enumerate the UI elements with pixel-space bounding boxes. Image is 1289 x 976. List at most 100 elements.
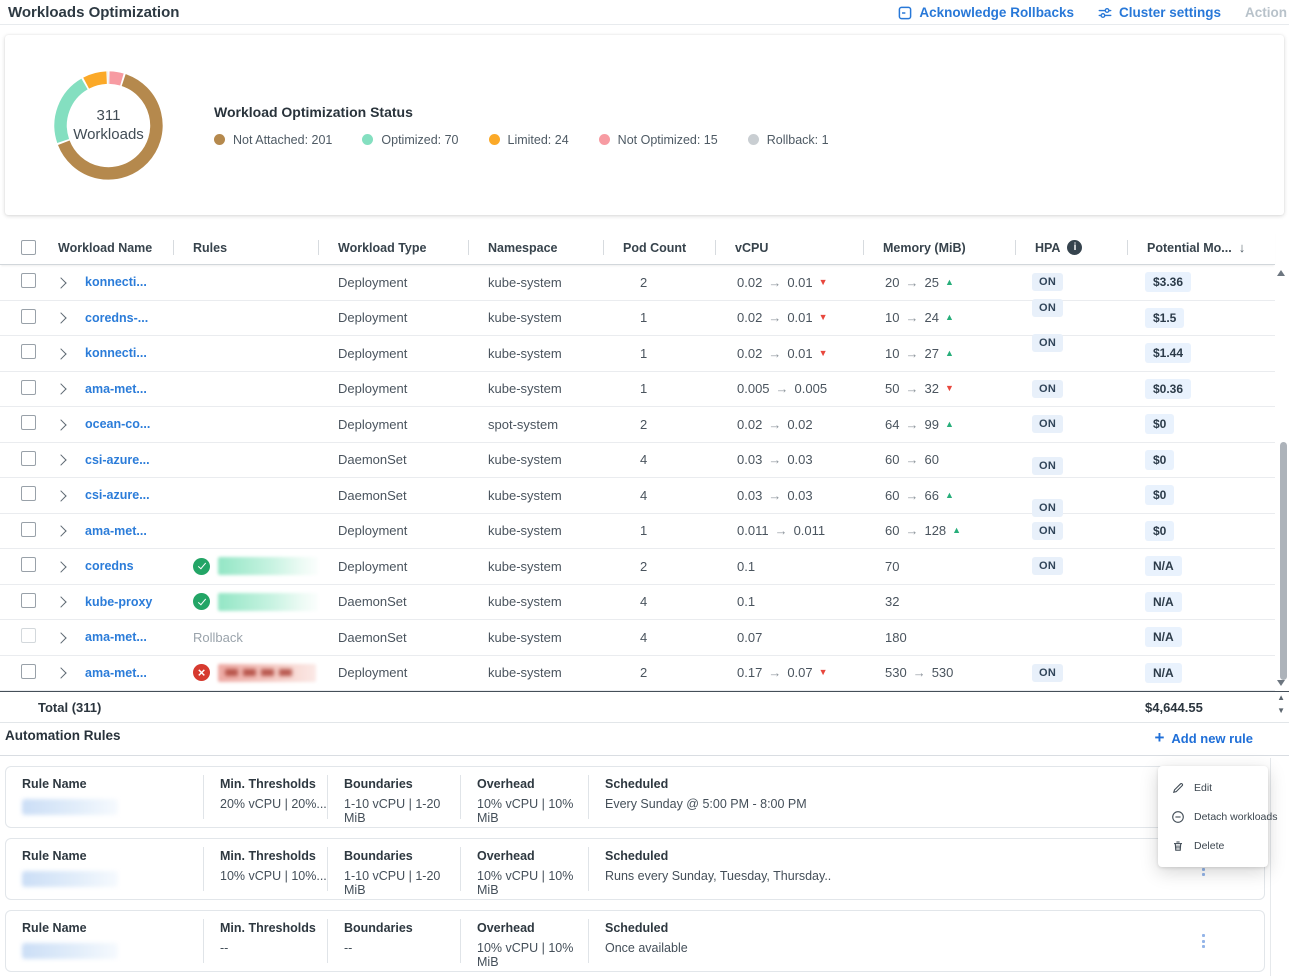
expand-row-icon[interactable]: [55, 348, 66, 359]
workload-name-link[interactable]: ama-met...: [72, 524, 173, 538]
expand-row-icon[interactable]: [55, 561, 66, 572]
hpa-cell: ON: [1015, 380, 1127, 398]
col-workload-name[interactable]: Workload Name: [38, 231, 173, 264]
table-body: konnecti...Deploymentkube-system20.02→0.…: [0, 265, 1275, 691]
workload-name-link[interactable]: konnecti...: [72, 275, 173, 289]
workload-name-link[interactable]: ama-met...: [72, 630, 173, 644]
table-scroll-down-icon[interactable]: [1277, 680, 1285, 686]
col-vcpu[interactable]: vCPU: [715, 231, 863, 264]
rule-success-icon: [193, 593, 210, 610]
workload-name-link[interactable]: coredns: [72, 559, 173, 573]
row-checkbox[interactable]: [21, 273, 36, 288]
hpa-cell: ON: [1015, 273, 1127, 291]
potential-cell: N/A: [1127, 627, 1275, 647]
expand-row-icon[interactable]: [55, 526, 66, 537]
legend-label: Optimized: 70: [381, 133, 458, 147]
mini-scroll-down-icon[interactable]: ▼: [1277, 707, 1285, 715]
workload-type-cell: DaemonSet: [318, 594, 468, 609]
min-thresholds-label: Min. Thresholds: [220, 921, 327, 935]
potential-cell: $0: [1127, 521, 1275, 541]
min-thresholds-value: 20% vCPU | 20%...: [220, 797, 327, 811]
potential-cell: N/A: [1127, 556, 1275, 576]
col-workload-type[interactable]: Workload Type: [318, 231, 468, 264]
expand-row-icon[interactable]: [55, 419, 66, 430]
table-scroll-up-icon[interactable]: [1277, 270, 1285, 276]
col-namespace[interactable]: Namespace: [468, 231, 603, 264]
row-checkbox[interactable]: [21, 380, 36, 395]
rule-context-menu: EditDetach workloadsDelete: [1158, 766, 1268, 867]
workload-name-link[interactable]: coredns-...: [72, 311, 173, 325]
expand-row-icon[interactable]: [55, 668, 66, 679]
potential-cell: $0: [1127, 414, 1275, 434]
actions-button[interactable]: Action: [1245, 5, 1287, 20]
memory-cell: 60→66▲: [863, 488, 1015, 503]
rules-cell: [173, 593, 318, 611]
mini-scroll-up-icon[interactable]: ▲: [1277, 694, 1285, 702]
trend-up-icon: ▲: [945, 349, 954, 358]
hpa-info-icon[interactable]: i: [1067, 240, 1082, 255]
row-checkbox[interactable]: [21, 557, 36, 572]
row-checkbox[interactable]: [21, 522, 36, 537]
workload-name-link[interactable]: konnecti...: [72, 346, 173, 360]
cluster-settings-button[interactable]: Cluster settings: [1098, 5, 1221, 20]
select-all-checkbox[interactable]: [21, 240, 36, 255]
workload-name-link[interactable]: kube-proxy: [72, 595, 173, 609]
col-pod-count[interactable]: Pod Count: [603, 231, 715, 264]
expand-cell: [38, 594, 72, 609]
expand-row-icon[interactable]: [55, 277, 66, 288]
workload-name-link[interactable]: csi-azure...: [72, 488, 173, 502]
workload-name-link[interactable]: csi-azure...: [72, 453, 173, 467]
col-hpa[interactable]: HPAi: [1015, 231, 1127, 264]
row-checkbox[interactable]: [21, 344, 36, 359]
rule-error-icon: ×: [193, 664, 210, 681]
pod-count-cell: 1: [603, 310, 715, 325]
expand-row-icon[interactable]: [55, 597, 66, 608]
col-potential[interactable]: Potential Mo...↓: [1127, 231, 1275, 264]
workload-name-link[interactable]: ama-met...: [72, 382, 173, 396]
potential-cell: $0.36: [1127, 379, 1275, 399]
potential-badge: N/A: [1145, 663, 1182, 683]
row-checkbox[interactable]: [21, 664, 36, 679]
actions-label: Action: [1245, 5, 1287, 20]
sort-desc-icon[interactable]: ↓: [1239, 240, 1246, 255]
expand-row-icon[interactable]: [55, 455, 66, 466]
page-title: Workloads Optimization: [8, 4, 179, 21]
expand-cell: [38, 381, 72, 396]
trend-down-icon: ▼: [819, 313, 828, 322]
table-total-row: Total (311) $4,644.55 ▲ ▼: [0, 691, 1289, 723]
rule-menu-kebab-icon[interactable]: [1199, 931, 1208, 951]
acknowledge-rollbacks-button[interactable]: Acknowledge Rollbacks: [898, 5, 1074, 20]
row-checkbox[interactable]: [21, 415, 36, 430]
expand-cell: [38, 523, 72, 538]
table-scrollbar-thumb[interactable]: [1280, 442, 1287, 680]
overhead-column: Overhead10% vCPU | 10% MiB: [460, 767, 588, 827]
menu-item-edit[interactable]: Edit: [1158, 773, 1268, 802]
row-checkbox[interactable]: [21, 486, 36, 501]
expand-row-icon[interactable]: [55, 490, 66, 501]
col-memory[interactable]: Memory (MiB): [863, 231, 1015, 264]
arrow-right-icon: →: [768, 346, 781, 361]
expand-row-icon[interactable]: [55, 632, 66, 643]
automation-rules-header: Automation Rules + Add new rule: [0, 723, 1289, 756]
col-rules[interactable]: Rules: [173, 231, 318, 264]
table-row: ocean-co...Deploymentspot-system20.02→0.…: [0, 407, 1275, 443]
menu-item-detach-workloads[interactable]: Detach workloads: [1158, 802, 1268, 831]
menu-item-delete[interactable]: Delete: [1158, 831, 1268, 860]
expand-row-icon[interactable]: [55, 384, 66, 395]
hpa-cell: ON: [1015, 415, 1127, 433]
expand-cell: [38, 346, 72, 361]
arrow-right-icon: →: [905, 488, 918, 503]
rules-cell: [173, 557, 318, 575]
workload-name-link[interactable]: ocean-co...: [72, 417, 173, 431]
row-checkbox[interactable]: [21, 309, 36, 324]
expand-row-icon[interactable]: [55, 313, 66, 324]
workload-name-link[interactable]: ama-met...: [72, 666, 173, 680]
add-new-rule-button[interactable]: + Add new rule: [1154, 731, 1253, 746]
row-checkbox[interactable]: [21, 451, 36, 466]
legend-item: Rollback: 1: [748, 133, 829, 147]
row-checkbox[interactable]: [21, 593, 36, 608]
overhead-value: 10% vCPU | 10% MiB: [477, 869, 588, 897]
potential-badge: $1.5: [1145, 308, 1184, 328]
overhead-value: 10% vCPU | 10% MiB: [477, 941, 588, 969]
row-checkbox[interactable]: [21, 628, 36, 643]
